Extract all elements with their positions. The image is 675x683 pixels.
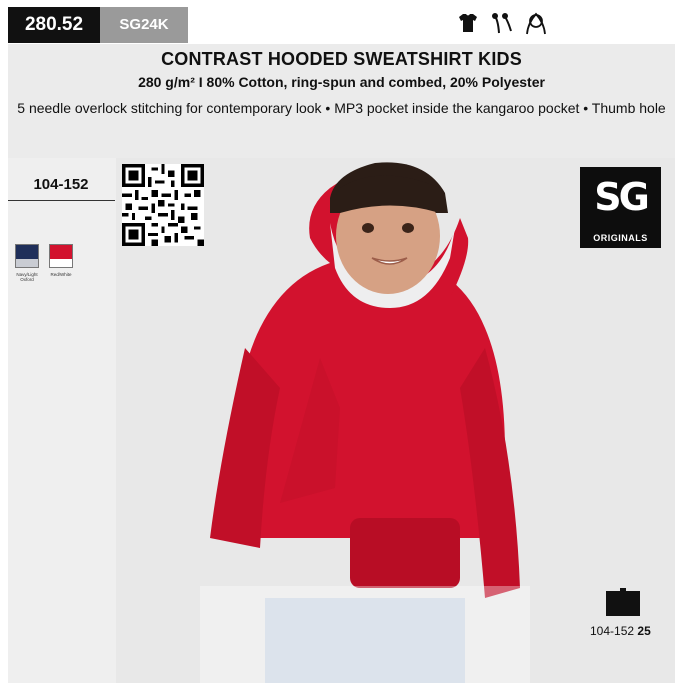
packing-sizes: 104-152 — [590, 624, 635, 638]
sg-originals-logo: SG ORIGINALS — [580, 167, 661, 248]
color-swatch[interactable]: Navy/Light Oxford — [15, 244, 39, 282]
swatch-main-color — [50, 245, 72, 259]
swatch-chip — [15, 244, 39, 268]
hood-icon — [524, 11, 548, 35]
top-bar: 280.52 SG24K — [0, 0, 675, 44]
color-swatch[interactable]: Red/White — [49, 244, 73, 282]
product-subtitle: 280 g/m² I 80% Cotton, ring-spun and com… — [138, 74, 545, 90]
swatch-label: Red/White — [50, 272, 72, 277]
drawstring-icon — [490, 11, 514, 35]
swatch-contrast-color — [50, 259, 72, 267]
product-code-badge: 280.52 — [8, 7, 100, 43]
photo-sidebar — [8, 158, 116, 683]
product-header: CONTRAST HOODED SWEATSHIRT KIDS 280 g/m²… — [8, 44, 675, 158]
color-swatches: Navy/Light Oxford Red/White — [15, 244, 73, 282]
box-icon — [606, 588, 640, 616]
size-divider — [8, 200, 115, 201]
packing-count: 25 — [637, 624, 651, 638]
swatch-chip — [49, 244, 73, 268]
feature-icons — [456, 10, 548, 36]
logo-mark: SG — [594, 175, 650, 219]
tshirt-icon — [456, 11, 480, 35]
sku-badge: SG24K — [100, 7, 188, 43]
size-range: 104-152 — [33, 176, 89, 193]
product-title: CONTRAST HOODED SWEATSHIRT KIDS — [161, 49, 522, 69]
packing-info: 104-152 25 — [590, 624, 651, 638]
product-features: 5 needle overlock stitching for contempo… — [17, 100, 666, 116]
child-in-hoodie-image — [200, 162, 530, 683]
logo-subtitle: ORIGINALS — [593, 233, 648, 243]
qr-code-icon — [122, 164, 204, 246]
swatch-contrast-color — [16, 259, 38, 267]
swatch-main-color — [16, 245, 38, 259]
swatch-label: Navy/Light Oxford — [16, 272, 38, 282]
